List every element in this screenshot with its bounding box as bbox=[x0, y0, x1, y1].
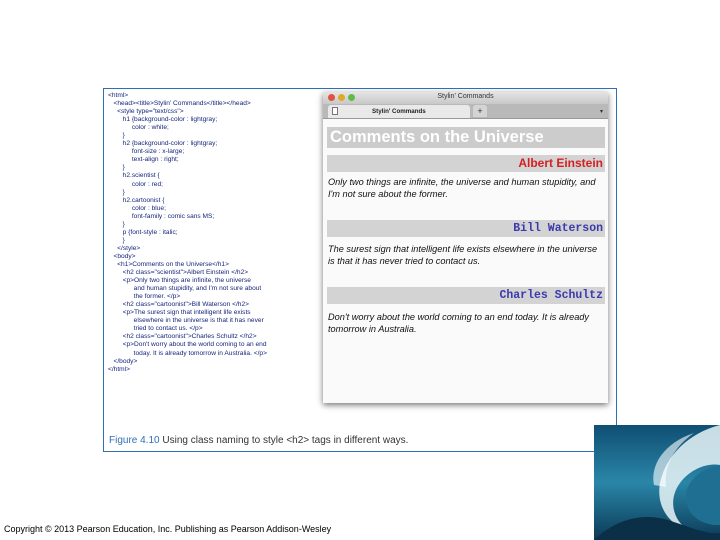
browser-window: Stylin' Commands Stylin' Commands + ▾ Co… bbox=[323, 92, 608, 403]
quote-paragraph: The surest sign that intelligent life ex… bbox=[328, 244, 598, 266]
copyright-notice: Copyright © 2013 Pearson Education, Inc.… bbox=[4, 524, 332, 534]
cartoonist-heading: Charles Schultz bbox=[327, 287, 605, 304]
tab-bar: Stylin' Commands + ▾ bbox=[323, 104, 608, 119]
code-line: <style type="text/css"> bbox=[108, 108, 184, 116]
code-line: the former. </p> bbox=[108, 293, 181, 301]
code-line: <h2 class="cartoonist">Charles Schultz <… bbox=[108, 333, 257, 341]
code-line: color : white; bbox=[108, 124, 169, 132]
code-line: h2.cartoonist { bbox=[108, 196, 165, 204]
chevron-down-icon[interactable]: ▾ bbox=[600, 108, 603, 115]
code-line: <head><title>Stylin' Commands</title></h… bbox=[108, 100, 251, 108]
code-line: today. It is already tomorrow in Austral… bbox=[108, 349, 267, 357]
window-titlebar: Stylin' Commands bbox=[323, 92, 608, 104]
code-line: <p>Only two things are infinite, the uni… bbox=[108, 277, 251, 285]
code-line: <body> bbox=[108, 252, 136, 260]
code-line: text-align : right; bbox=[108, 156, 179, 164]
code-line: } bbox=[108, 220, 125, 228]
code-listing: <html> <head><title>Stylin' Commands</ti… bbox=[108, 92, 313, 374]
code-line: color : blue; bbox=[108, 204, 166, 212]
code-line: <p>The surest sign that intelligent life… bbox=[108, 309, 251, 317]
code-line: <h2 class="scientist">Albert Einstein </… bbox=[108, 269, 249, 277]
code-line: } bbox=[108, 164, 125, 172]
code-line: h2.scientist { bbox=[108, 172, 160, 180]
code-line: font-size : x-large; bbox=[108, 148, 185, 156]
figure-caption: Figure 4.10 Using class naming to style … bbox=[109, 435, 408, 446]
code-line: <h1>Comments on the Universe</h1> bbox=[108, 260, 229, 268]
code-line: h1 {background-color : lightgray; bbox=[108, 116, 218, 124]
code-line: p {font-style : italic; bbox=[108, 228, 178, 236]
page-icon bbox=[332, 107, 338, 115]
wave-image bbox=[594, 425, 720, 540]
quote-paragraph: Only two things are infinite, the univer… bbox=[328, 177, 596, 199]
scientist-heading: Albert Einstein bbox=[327, 155, 605, 172]
figure-label: Figure 4.10 bbox=[109, 435, 160, 446]
wave-illustration bbox=[594, 425, 720, 540]
code-line: </html> bbox=[108, 365, 130, 373]
code-line: tried to contact us. </p> bbox=[108, 325, 203, 333]
tab-label: Stylin' Commands bbox=[372, 108, 426, 115]
figure-panel: <html> <head><title>Stylin' Commands</ti… bbox=[103, 88, 617, 452]
tab-stylin-commands[interactable]: Stylin' Commands bbox=[328, 105, 470, 118]
code-line: } bbox=[108, 236, 125, 244]
page-heading: Comments on the Universe bbox=[327, 127, 605, 148]
code-line: } bbox=[108, 188, 125, 196]
code-line: <html> bbox=[108, 92, 129, 99]
code-line: } bbox=[108, 132, 125, 140]
new-tab-button[interactable]: + bbox=[473, 105, 487, 117]
code-line: color : red; bbox=[108, 180, 163, 188]
window-title: Stylin' Commands bbox=[437, 93, 494, 100]
caption-text: Using class naming to style <h2> tags in… bbox=[162, 435, 409, 446]
code-line: <h2 class="cartoonist">Bill Waterson </h… bbox=[108, 301, 249, 309]
code-line: </style> bbox=[108, 244, 141, 252]
page-content: Comments on the Universe Albert Einstein… bbox=[323, 119, 608, 403]
code-line: and human stupidity, and I'm not sure ab… bbox=[108, 285, 262, 293]
code-line: h2 {background-color : lightgray; bbox=[108, 140, 218, 148]
code-line: </body> bbox=[108, 357, 138, 365]
cartoonist-heading: Bill Waterson bbox=[327, 220, 605, 237]
code-line: elsewhere in the universe is that it has… bbox=[108, 317, 264, 325]
code-line: <p>Don't worry about the world coming to… bbox=[108, 341, 267, 349]
quote-paragraph: Don't worry about the world coming to an… bbox=[328, 312, 590, 334]
code-line: font-family : comic sans MS; bbox=[108, 212, 215, 220]
